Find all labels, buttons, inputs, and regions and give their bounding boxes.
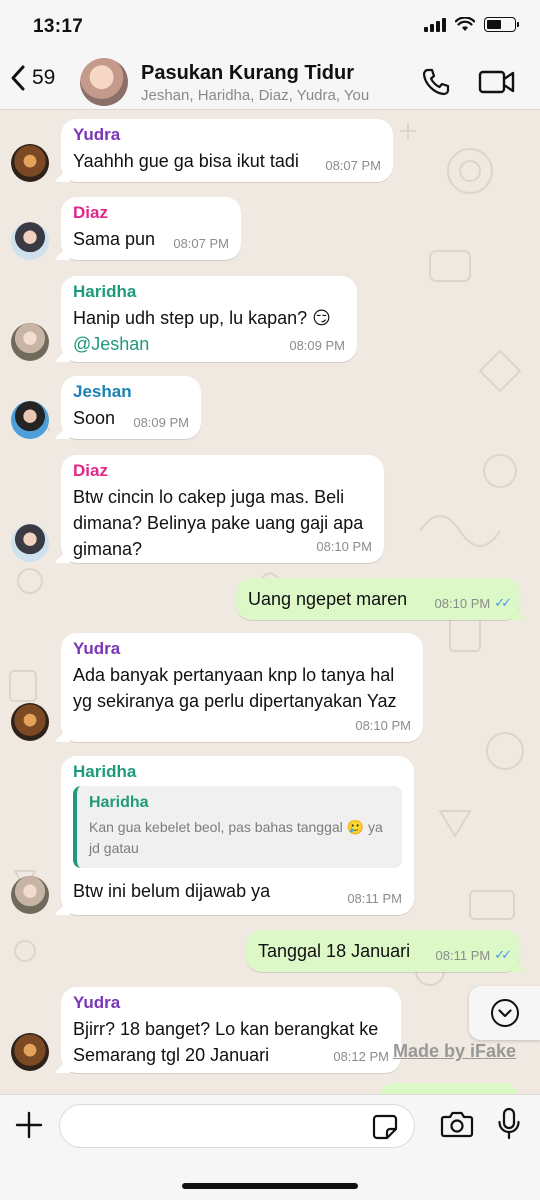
quoted-text-line: Kan gua kebelet beol, pas bahas tanggal …	[89, 819, 383, 835]
message-text: Hanip udh step up, lu kapan? 😏	[73, 308, 331, 328]
avatar-diaz[interactable]	[11, 524, 49, 562]
message-text-line: Ada banyak pertanyaan knp lo tanya hal	[73, 665, 395, 685]
status-icons	[424, 17, 519, 32]
message-sender: Diaz	[73, 461, 108, 480]
message-time-wrap: 08:10 PM ✓✓	[434, 595, 512, 611]
home-indicator	[182, 1183, 358, 1189]
message-bubble[interactable]: Yudra Ada banyak pertanyaan knp lo tanya…	[61, 633, 423, 742]
plus-icon	[15, 1111, 43, 1139]
battery-level	[487, 20, 502, 29]
message-time: 08:11 PM	[347, 891, 402, 906]
video-call-button[interactable]	[478, 68, 516, 101]
voice-call-button[interactable]	[420, 66, 452, 103]
battery-icon	[484, 17, 519, 32]
message-bubble[interactable]: Diaz Btw cincin lo cakep juga mas. Beli …	[61, 455, 384, 563]
status-bar: 13:17	[0, 0, 540, 54]
chat-area[interactable]: Yudra Yaahhh gue ga bisa ikut tadi 08:07…	[0, 111, 540, 1094]
phone-icon	[422, 68, 450, 96]
message-time: 08:10 PM	[434, 595, 491, 611]
quoted-sender: Haridha	[89, 794, 149, 811]
back-button[interactable]: 59	[10, 64, 55, 92]
message-input[interactable]	[59, 1104, 415, 1148]
avatar-yudra[interactable]	[11, 144, 49, 182]
microphone-button[interactable]	[496, 1107, 522, 1146]
camera-button[interactable]	[440, 1109, 474, 1144]
message-text-line: yg sekiranya ga perlu dipertanyakan Yaz	[73, 691, 397, 711]
message-time: 08:09 PM	[289, 338, 345, 353]
message-bubble-outgoing-partial[interactable]	[380, 1083, 518, 1094]
message-time: 08:10 PM	[316, 539, 372, 554]
message-time: 08:07 PM	[325, 158, 381, 173]
attach-button[interactable]	[14, 1110, 44, 1145]
wifi-icon	[455, 17, 475, 31]
unread-count: 59	[32, 66, 56, 89]
message-bubble[interactable]: Haridha Hanip udh step up, lu kapan? 😏 @…	[61, 276, 357, 362]
message-bubble[interactable]: Haridha Haridha Kan gua kebelet beol, pa…	[61, 756, 414, 915]
composer-bar	[0, 1094, 540, 1200]
message-bubble-outgoing[interactable]: Tanggal 18 Januari 08:11 PM ✓✓	[246, 930, 520, 972]
message-sender: Yudra	[73, 639, 121, 658]
chevron-left-icon	[11, 65, 25, 91]
scroll-to-bottom-button[interactable]	[469, 986, 540, 1040]
avatar-haridha[interactable]	[11, 323, 49, 361]
avatar-haridha[interactable]	[11, 876, 49, 914]
avatar-yudra[interactable]	[11, 703, 49, 741]
chevron-down-circle-icon	[490, 999, 519, 1027]
group-title[interactable]: Pasukan Kurang Tidur	[141, 62, 354, 85]
message-sender: Diaz	[73, 203, 108, 222]
message-text-line: Btw cincin lo cakep juga mas. Beli	[73, 487, 345, 507]
group-avatar[interactable]	[80, 58, 128, 106]
message-sender: Yudra	[73, 125, 121, 144]
message-sender: Yudra	[73, 993, 121, 1012]
quoted-message[interactable]: Haridha Kan gua kebelet beol, pas bahas …	[73, 786, 402, 868]
status-time: 13:17	[33, 16, 84, 37]
message-time: 08:09 PM	[133, 415, 189, 430]
message-sender: Jeshan	[73, 382, 132, 401]
read-ticks-icon: ✓✓	[494, 947, 512, 962]
chat-header: 59 Pasukan Kurang Tidur Jeshan, Haridha,…	[0, 54, 540, 110]
microphone-icon	[498, 1107, 520, 1140]
watermark: Made by iFake	[393, 1041, 517, 1061]
message-time: 08:11 PM	[435, 947, 491, 963]
sticker-button[interactable]	[372, 1114, 398, 1145]
sticker-icon	[372, 1114, 398, 1140]
message-time: 08:07 PM	[173, 236, 229, 251]
message-bubble[interactable]: Diaz Sama pun 08:07 PM	[61, 197, 241, 260]
group-members[interactable]: Jeshan, Haridha, Diaz, Yudra, You	[141, 87, 406, 104]
avatar-jeshan[interactable]	[11, 401, 49, 439]
avatar-diaz[interactable]	[11, 222, 49, 260]
message-time: 08:10 PM	[355, 718, 411, 733]
video-camera-icon	[478, 70, 515, 94]
camera-icon	[440, 1111, 474, 1138]
avatar-yudra[interactable]	[11, 1033, 49, 1071]
message-time: 08:12 PM	[333, 1049, 389, 1064]
message-bubble[interactable]: Yudra Yaahhh gue ga bisa ikut tadi 08:07…	[61, 119, 393, 182]
message-bubble[interactable]: Yudra Bjirr? 18 banget? Lo kan berangkat…	[61, 987, 401, 1073]
message-text-line: Bjirr? 18 banget? Lo kan berangkat ke	[73, 1019, 379, 1039]
message-time-wrap: 08:11 PM ✓✓	[435, 947, 512, 963]
read-ticks-icon: ✓✓	[494, 595, 512, 610]
quoted-text-line: jd gatau	[89, 840, 139, 856]
message-bubble-outgoing[interactable]: Uang ngepet maren 08:10 PM ✓✓	[236, 578, 520, 620]
message-sender: Haridha	[73, 282, 137, 301]
message-text-line: dimana? Belinya pake uang gaji apa	[73, 513, 364, 533]
message-bubble[interactable]: Jeshan Soon 08:09 PM	[61, 376, 201, 439]
cellular-signal-icon	[424, 17, 446, 32]
message-sender: Haridha	[73, 762, 137, 781]
